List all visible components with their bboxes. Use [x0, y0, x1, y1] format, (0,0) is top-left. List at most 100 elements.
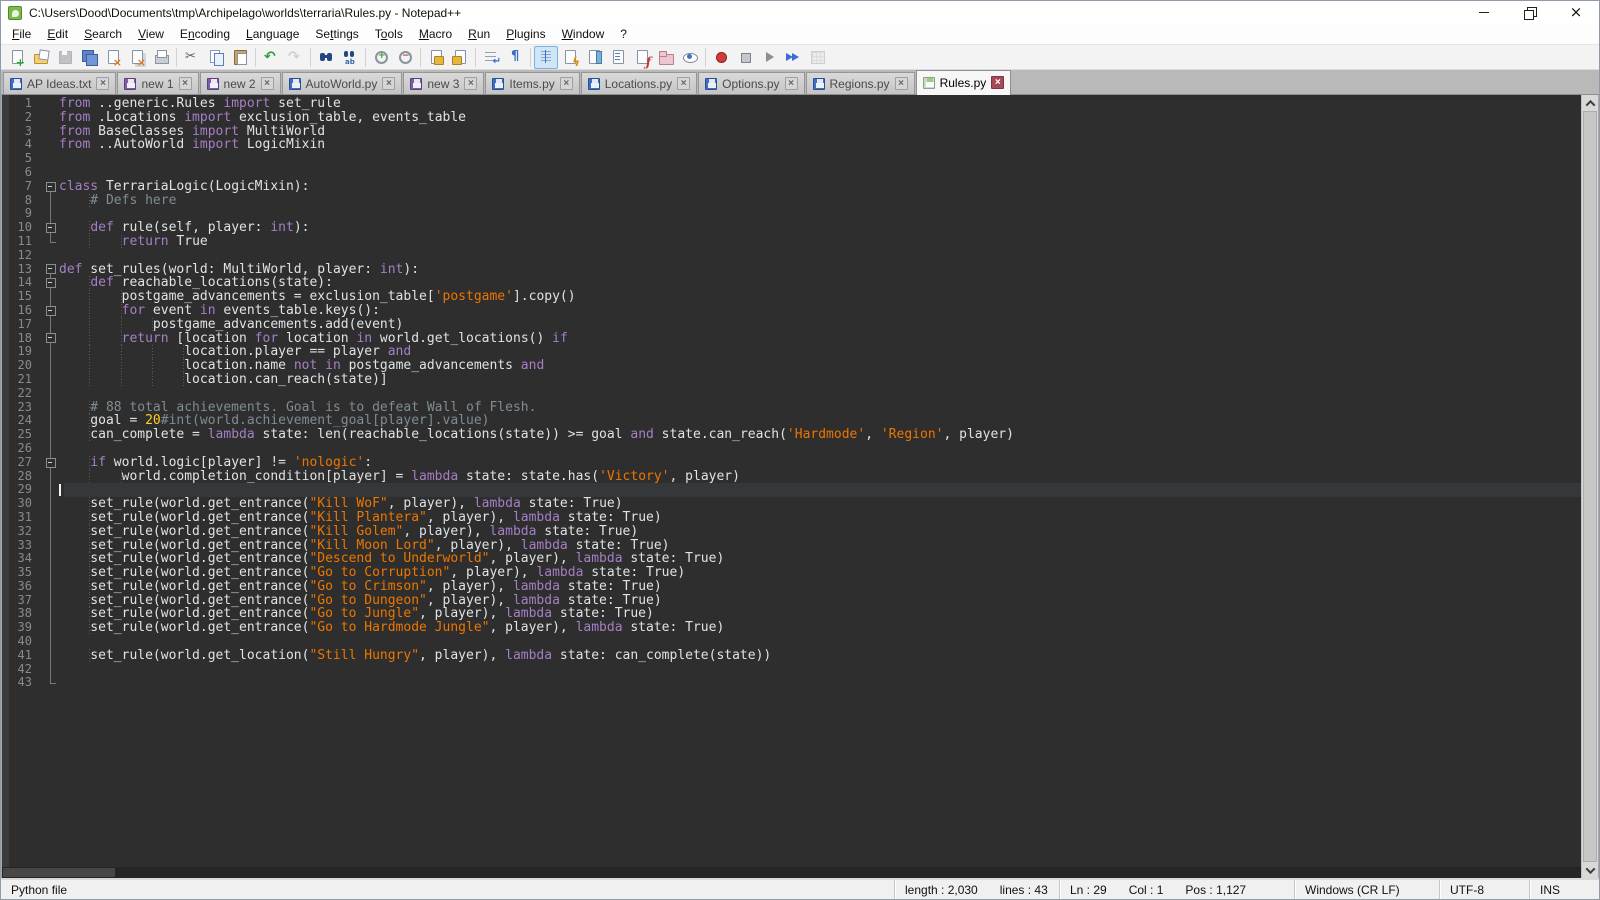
menu-item-run[interactable]: Run [460, 25, 498, 43]
macro-play-button[interactable] [757, 46, 781, 69]
vertical-scrollbar-thumb[interactable] [1583, 111, 1597, 862]
paste-button[interactable] [228, 46, 252, 69]
tab-close-icon[interactable] [464, 77, 477, 90]
open-file-button[interactable] [29, 46, 53, 69]
horizontal-scrollbar[interactable] [2, 867, 1581, 878]
replace-button[interactable] [338, 46, 362, 69]
document-map-icon [586, 49, 602, 65]
zoom-in-button[interactable] [369, 46, 393, 69]
fold-collapse-icon[interactable] [42, 263, 59, 277]
zoom-out-button[interactable] [393, 46, 417, 69]
folder-as-workspace-button[interactable] [654, 46, 678, 69]
scroll-down-button[interactable] [1582, 862, 1598, 878]
tab-label: AutoWorld.py [306, 77, 378, 91]
tab-new-3[interactable]: new 3 [403, 72, 484, 94]
close-window-button[interactable]: × [1553, 1, 1599, 24]
vertical-scrollbar[interactable] [1581, 95, 1598, 878]
save-all-icon [81, 49, 97, 65]
fold-collapse-icon[interactable] [42, 332, 59, 346]
function-list-button[interactable] [558, 46, 582, 69]
tab-items-py[interactable]: Items.py [485, 72, 579, 94]
sync-vertical-scroll-button[interactable] [424, 46, 448, 69]
line-number: 25 [2, 428, 42, 442]
fold-collapse-icon[interactable] [42, 304, 59, 318]
menu-item-window[interactable]: Window [554, 25, 613, 43]
code-line: 13def set_rules(world: MultiWorld, playe… [2, 263, 1581, 277]
indent-guide-button[interactable] [534, 46, 558, 69]
fold-collapse-icon[interactable] [42, 276, 59, 290]
redo-button[interactable] [283, 46, 307, 69]
tab-close-icon[interactable] [895, 77, 908, 90]
status-eol-format[interactable]: Windows (CR LF) [1294, 880, 1439, 899]
tab-close-icon[interactable] [96, 77, 109, 90]
macro-record-button[interactable] [709, 46, 733, 69]
zoom-in-icon [373, 49, 389, 65]
macro-save-button[interactable] [805, 46, 829, 69]
show-all-characters-button[interactable] [503, 46, 527, 69]
code-text: # Defs here [59, 194, 1581, 208]
tab-close-icon[interactable] [677, 77, 690, 90]
status-encoding[interactable]: UTF-8 [1439, 880, 1529, 899]
menu-item-plugins[interactable]: Plugins [498, 25, 553, 43]
new-file-button[interactable] [5, 46, 29, 69]
menu-item-language[interactable]: Language [238, 25, 307, 43]
tab-locations-py[interactable]: Locations.py [581, 72, 697, 94]
menu-item-encoding[interactable]: Encoding [172, 25, 238, 43]
tab-close-icon[interactable] [785, 77, 798, 90]
fold-collapse-icon[interactable] [42, 180, 59, 194]
tab-new-2[interactable]: new 2 [200, 72, 281, 94]
menu-item-edit[interactable]: Edit [39, 25, 76, 43]
save-state-icon [124, 78, 136, 90]
macro-stop-button[interactable] [733, 46, 757, 69]
tab-close-icon[interactable] [560, 77, 573, 90]
document-map-button[interactable] [582, 46, 606, 69]
save-all-button[interactable] [77, 46, 101, 69]
menu-item-help[interactable]: ? [612, 25, 635, 43]
minimize-button[interactable] [1461, 1, 1507, 24]
menu-item-search[interactable]: Search [76, 25, 130, 43]
tab-ap-ideas-txt[interactable]: AP Ideas.txt [3, 72, 116, 94]
tab-label: AP Ideas.txt [27, 77, 91, 91]
close-button[interactable] [101, 46, 125, 69]
menu-item-settings[interactable]: Settings [307, 25, 366, 43]
menu-item-tools[interactable]: Tools [367, 25, 411, 43]
tab-close-icon[interactable] [261, 77, 274, 90]
tab-rules-py[interactable]: Rules.py [916, 70, 1012, 95]
menu-item-file[interactable]: File [4, 25, 39, 43]
function-doc-button[interactable] [630, 46, 654, 69]
fold-margin [42, 442, 59, 456]
fold-collapse-icon[interactable] [42, 221, 59, 235]
document-list-button[interactable] [606, 46, 630, 69]
status-insert-mode[interactable]: INS [1529, 880, 1599, 899]
code-text [59, 387, 1581, 401]
scroll-up-button[interactable] [1582, 95, 1598, 111]
undo-button[interactable] [259, 46, 283, 69]
restore-button[interactable] [1507, 1, 1553, 24]
print-button[interactable] [149, 46, 173, 69]
copy-button[interactable] [204, 46, 228, 69]
document-monitor-button[interactable] [678, 46, 702, 69]
tab-regions-py[interactable]: Regions.py [806, 72, 915, 94]
tab-autoworld-py[interactable]: AutoWorld.py [282, 72, 403, 94]
tab-options-py[interactable]: Options.py [698, 72, 804, 94]
sync-horizontal-scroll-button[interactable] [448, 46, 472, 69]
fold-collapse-icon[interactable] [42, 456, 59, 470]
word-wrap-button[interactable] [479, 46, 503, 69]
code-line: 39 set_rule(world.get_entrance("Go to Ha… [2, 621, 1581, 635]
save-button[interactable] [53, 46, 77, 69]
tab-close-icon[interactable] [382, 77, 395, 90]
find-button[interactable] [314, 46, 338, 69]
indent-guide-line [89, 428, 90, 442]
indent-guide-line [89, 607, 90, 621]
code-text [59, 152, 1581, 166]
menu-item-macro[interactable]: Macro [411, 25, 460, 43]
horizontal-scrollbar-thumb[interactable] [3, 868, 115, 877]
tab-close-icon[interactable] [179, 77, 192, 90]
cut-button[interactable] [180, 46, 204, 69]
code-editor[interactable]: 1from ..generic.Rules import set_rule2fr… [2, 95, 1581, 867]
tab-new-1[interactable]: new 1 [117, 72, 198, 94]
tab-close-icon[interactable] [991, 76, 1004, 89]
menu-item-view[interactable]: View [130, 25, 172, 43]
macro-run-multiple-button[interactable] [781, 46, 805, 69]
close-all-button[interactable] [125, 46, 149, 69]
